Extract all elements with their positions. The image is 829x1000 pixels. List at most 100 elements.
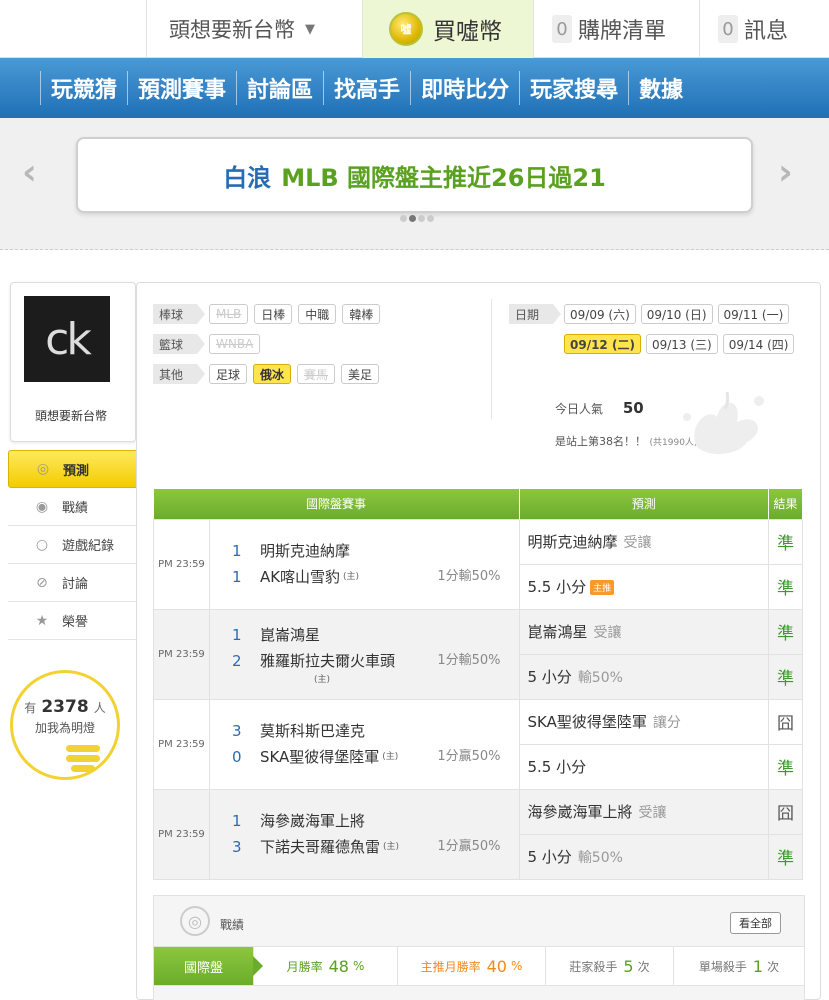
prediction-note: 輸50%	[577, 850, 623, 866]
carousel-dot[interactable]	[427, 215, 434, 222]
filter-american-football[interactable]: 美足	[341, 364, 380, 384]
home-score: 1	[231, 568, 242, 586]
nav-live-scores[interactable]: 即時比分	[410, 71, 519, 105]
date-0913[interactable]: 09/13 (三)	[645, 334, 718, 354]
home-score: 3	[231, 838, 242, 856]
prediction-note: 受讓	[623, 535, 652, 551]
sport-filters: 棒球 MLB 日棒 中職 韓棒 籃球 WNBA 其他 足球 俄冰 賽馬 美足	[153, 299, 381, 389]
host-mark: (主)	[382, 752, 399, 762]
filter-tag-other: 其他	[153, 364, 205, 384]
side-item-game-log[interactable]: ○ 遊戲紀錄	[8, 526, 136, 564]
record-icon: ◎	[180, 906, 210, 936]
carousel-dot[interactable]	[418, 215, 425, 222]
away-score: 1	[231, 626, 242, 644]
stat-banker-killer: 莊家殺手 5 次	[546, 947, 674, 985]
stat-monthly-win-rate: 月勝率 48 %	[254, 947, 398, 985]
cart-list-button[interactable]: 0 購牌清單	[533, 0, 699, 58]
date-0914[interactable]: 09/14 (四)	[722, 334, 795, 354]
away-score: 1	[231, 542, 242, 560]
side-item-label: 討論	[62, 577, 89, 592]
side-menu: ◎ 預測 ◉ 戰績 ○ 遊戲紀錄 ⊘ 討論 ★ 榮譽	[8, 450, 153, 640]
date-0910[interactable]: 09/10 (日)	[640, 304, 713, 324]
stat-label: 莊家殺手	[569, 959, 618, 974]
match-time: PM 23:59	[153, 608, 210, 700]
result-mark: 囧	[768, 788, 803, 835]
filter-cpbl[interactable]: 中職	[298, 304, 337, 324]
side-item-honor[interactable]: ★ 榮譽	[8, 602, 136, 640]
date-picker: 日期 09/09 (六) 09/10 (日) 09/11 (一) 09/12 (…	[509, 299, 795, 359]
username: 頭想要新台幣	[169, 18, 295, 42]
chevron-left-icon[interactable]: ‹	[22, 152, 37, 193]
chevron-right-icon[interactable]: ›	[778, 152, 793, 193]
rank-text: 是站上第38名！！	[555, 435, 646, 448]
nav-find-experts[interactable]: 找高手	[323, 71, 410, 105]
match-teams[interactable]: 3 莫斯科斯巴達克 0 SKA聖彼得堡陸軍 (主) 1分贏50%	[208, 698, 520, 790]
follow-lamp-button[interactable]: 有 2378 人 加我為明燈	[10, 670, 120, 780]
away-team: 海參崴海軍上將	[259, 812, 365, 830]
filter-row-basketball: 籃球 WNBA	[153, 329, 380, 359]
handicap-result: 1分贏50%	[437, 839, 501, 854]
carousel-dot[interactable]	[400, 215, 407, 222]
date-0909[interactable]: 09/09 (六)	[564, 304, 636, 324]
result-mark: 準	[768, 743, 803, 790]
away-score: 1	[231, 812, 242, 830]
host-mark: (主)	[343, 572, 360, 582]
buy-coin-button[interactable]: 噓 買噓幣	[362, 0, 533, 58]
nav-forum[interactable]: 討論區	[236, 71, 323, 105]
table-row: PM 23:59 1 明斯克迪納摩 1 AK喀山雪豹 (主) 1分輸50% 明斯克迪納摩…	[153, 518, 803, 610]
prediction-pick: 明斯克迪納摩	[527, 533, 618, 551]
user-menu[interactable]: 頭想要新台幣 ▼	[146, 0, 361, 58]
fans-unit: 人	[93, 701, 106, 715]
home-score: 2	[231, 652, 242, 670]
nav-player-search[interactable]: 玩家搜尋	[519, 71, 628, 105]
side-item-discussion[interactable]: ⊘ 討論	[8, 564, 136, 602]
filter-kbo[interactable]: 韓棒	[342, 304, 381, 324]
messages-button[interactable]: 0 訊息	[699, 0, 829, 58]
side-item-label: 戰績	[62, 501, 89, 516]
result-mark: 準	[768, 833, 803, 880]
nav-data[interactable]: 數據	[628, 71, 693, 105]
filter-row-other: 其他 足球 俄冰 賽馬 美足	[153, 359, 380, 389]
side-item-predict[interactable]: ◎ 預測	[8, 450, 153, 488]
coin-logo-icon: 噓	[389, 12, 423, 46]
nav-predict-events[interactable]: 預測賽事	[127, 71, 236, 105]
handicap-result: 1分輸50%	[437, 569, 501, 584]
carousel-dot-active[interactable]	[409, 215, 416, 222]
match-teams[interactable]: 1 崑崙鴻星 2 雅羅斯拉夫爾火車頭 1分輸50% (主)	[208, 608, 520, 700]
prediction-pick: 5.5 小分	[527, 578, 587, 596]
nav-play-guess[interactable]: 玩競猜	[40, 71, 127, 105]
filter-horse-racing: 賽馬	[297, 364, 336, 384]
match-teams[interactable]: 1 明斯克迪納摩 1 AK喀山雪豹 (主) 1分輸50%	[208, 518, 520, 610]
prediction-pick: 海參崴海軍上將	[527, 803, 633, 821]
top-bar: 頭想要新台幣 ▼ 噓 買噓幣 0 購牌清單 0 訊息	[0, 0, 829, 58]
side-item-label: 榮譽	[62, 615, 89, 630]
stat-label: 主推月勝率	[420, 959, 481, 974]
popularity-value: 50	[622, 399, 644, 417]
predictions-table: 國際盤賽事 預測 結果 PM 23:59 1 明斯克迪納摩 1 AK喀山雪豹 (主) 1…	[153, 489, 803, 880]
messages-label: 訊息	[744, 19, 789, 44]
avatar[interactable]: ck	[24, 296, 110, 382]
away-team: 崑崙鴻星	[259, 626, 320, 644]
main-nav: 玩競猜 預測賽事 討論區 找高手 即時比分 玩家搜尋 數據	[0, 58, 829, 118]
filter-npb[interactable]: 日棒	[254, 304, 293, 324]
message-count-badge: 0	[718, 15, 738, 43]
date-0911[interactable]: 09/11 (一)	[717, 304, 790, 324]
tab-international[interactable]: 國際盤	[154, 947, 263, 985]
filter-soccer[interactable]: 足球	[209, 364, 248, 384]
main-panel: 棒球 MLB 日棒 中職 韓棒 籃球 WNBA 其他 足球 俄冰 賽馬 美足 日…	[136, 282, 821, 1000]
date-0912[interactable]: 09/12 (二)	[564, 334, 641, 354]
stat-unit: %	[510, 959, 523, 973]
side-item-record[interactable]: ◉ 戰績	[8, 488, 136, 526]
result-mark: 準	[768, 608, 803, 655]
filter-russian-hockey[interactable]: 俄冰	[253, 364, 292, 384]
popularity-label: 今日人氣	[555, 402, 604, 416]
stat-value: 40	[486, 956, 507, 976]
col-header-result: 結果	[768, 489, 803, 519]
banner-headline[interactable]: 白浪 MLB 國際盤主推近26日過21	[76, 137, 753, 213]
splash-decoration-icon	[683, 391, 764, 454]
match-teams[interactable]: 1 海參崴海軍上將 3 下諾夫哥羅德魚雷 (主) 1分贏50%	[208, 788, 520, 880]
away-team: 莫斯科斯巴達克	[259, 722, 365, 740]
table-row: PM 23:59 1 海參崴海軍上將 3 下諾夫哥羅德魚雷 (主) 1分贏50% 海參崴…	[153, 788, 803, 880]
view-all-button[interactable]: 看全部	[730, 912, 781, 934]
promo-banner: ‹ 白浪 MLB 國際盤主推近26日過21 ›	[0, 118, 829, 250]
